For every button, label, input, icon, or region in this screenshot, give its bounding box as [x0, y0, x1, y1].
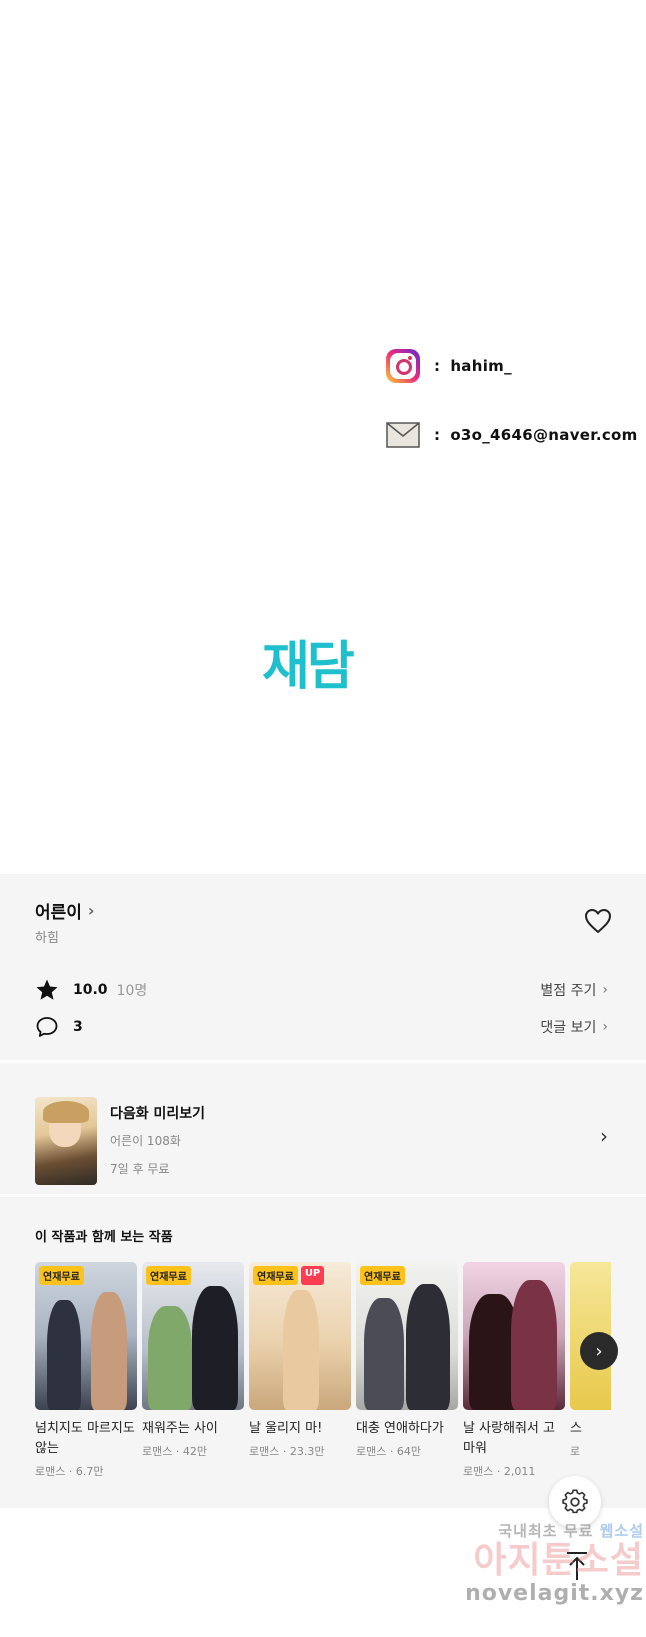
- rate-label: 별점 주기: [540, 983, 597, 999]
- work-meta: 로맨스 · 64만: [356, 1445, 421, 1458]
- cover-image: 연재무료: [356, 1262, 458, 1410]
- rating-value: 10.0: [73, 982, 108, 998]
- section-divider: [0, 1060, 646, 1063]
- cover-image: [463, 1262, 565, 1410]
- work-title: 재워주는 사이: [142, 1421, 218, 1436]
- carousel-next-button[interactable]: ›: [580, 1332, 618, 1370]
- free-badge: 연재무료: [146, 1266, 191, 1285]
- next-episode-title: 다음화 미리보기: [110, 1106, 206, 1122]
- update-badge: UP: [300, 1266, 325, 1285]
- work-meta: 로맨스 · 23.3만: [249, 1445, 325, 1458]
- next-episode-free-info: 7일 후 무료: [110, 1162, 170, 1176]
- recommendation-card[interactable]: 날 사랑해줘서 고마워 로맨스 · 2,011: [463, 1262, 565, 1479]
- work-meta: 로맨스 · 42만: [142, 1445, 207, 1458]
- free-badge: 연재무료: [360, 1266, 405, 1285]
- next-episode-number: 어른이 108화: [110, 1134, 181, 1148]
- cover-image: 연재무료 UP: [249, 1262, 351, 1410]
- comments-count: 3: [73, 1019, 83, 1035]
- work-title: 넘치지도 마르지도 않는: [35, 1421, 135, 1456]
- email-address: o3o_4646@naver.com: [450, 426, 638, 444]
- rating-count: 10명: [116, 983, 148, 999]
- recommendation-card[interactable]: 연재무료 재워주는 사이 로맨스 · 42만: [142, 1262, 244, 1459]
- work-meta: 로맨스 · 6.7만: [35, 1465, 104, 1478]
- author-name: 하힘: [35, 931, 59, 946]
- work-meta: 로맨스 · 2,011: [463, 1465, 536, 1478]
- chevron-right-icon: ›: [602, 1019, 608, 1035]
- email-contact: : o3o_4646@naver.com: [386, 422, 638, 448]
- mail-icon: [386, 422, 420, 448]
- chevron-right-icon: ›: [600, 1124, 608, 1148]
- chevron-right-icon: ›: [602, 982, 608, 998]
- gear-icon: [562, 1489, 588, 1514]
- recommendations-carousel: 연재무료 넘치지도 마르지도 않는 로맨스 · 6.7만 연재무료 재워주는 사…: [35, 1262, 611, 1502]
- colon: :: [434, 357, 441, 375]
- cover-image: 연재무료: [35, 1262, 137, 1410]
- comment-icon: [36, 1017, 58, 1037]
- work-title: 날 울리지 마!: [249, 1421, 323, 1436]
- heart-icon[interactable]: [584, 908, 612, 934]
- publisher-logo: 재담: [262, 637, 355, 697]
- section-divider: [0, 1194, 646, 1197]
- work-title: 날 사랑해줘서 고마워: [463, 1421, 555, 1456]
- series-title: 어른이: [35, 903, 82, 923]
- chevron-right-icon: ›: [87, 901, 95, 920]
- work-title: 대충 연애하다가: [356, 1421, 444, 1436]
- free-badge: 연재무료: [39, 1266, 84, 1285]
- work-title: 스: [570, 1421, 582, 1436]
- instagram-contact: : hahim_: [386, 349, 512, 383]
- series-info-panel: 어른이 › 하힘 10.0 10명 별점 주기 › 3 댓글 보기 › 다음화 …: [0, 874, 646, 1508]
- rating-row: 10.0 10명: [35, 978, 147, 1002]
- series-title-link[interactable]: 어른이 ›: [35, 898, 95, 923]
- colon: :: [434, 426, 441, 444]
- recommendation-card[interactable]: 연재무료 UP 날 울리지 마! 로맨스 · 23.3만: [249, 1262, 351, 1459]
- cover-image: 연재무료: [142, 1262, 244, 1410]
- instagram-handle: hahim_: [450, 357, 512, 375]
- comments-row: 3: [35, 1015, 83, 1039]
- recommendations-heading: 이 작품과 함께 보는 작품: [35, 1230, 173, 1245]
- work-meta: 로: [570, 1445, 581, 1458]
- site-watermark: 국내최초 무료 웹소설 아지툰소설 novelagit.xyz: [465, 1522, 644, 1606]
- star-icon: [36, 979, 58, 1000]
- rate-button[interactable]: 별점 주기 ›: [540, 980, 608, 1000]
- view-comments-label: 댓글 보기: [540, 1020, 597, 1036]
- next-episode-thumbnail: [35, 1097, 97, 1185]
- next-episode-preview[interactable]: 다음화 미리보기 어른이 108화 7일 후 무료 ›: [0, 1076, 646, 1196]
- chevron-right-icon: ›: [595, 1340, 603, 1362]
- view-comments-button[interactable]: 댓글 보기 ›: [540, 1017, 608, 1037]
- instagram-icon: [386, 349, 420, 383]
- free-badge: 연재무료: [253, 1266, 298, 1285]
- recommendation-card[interactable]: 연재무료 대충 연애하다가 로맨스 · 64만: [356, 1262, 458, 1459]
- recommendation-card[interactable]: 연재무료 넘치지도 마르지도 않는 로맨스 · 6.7만: [35, 1262, 137, 1479]
